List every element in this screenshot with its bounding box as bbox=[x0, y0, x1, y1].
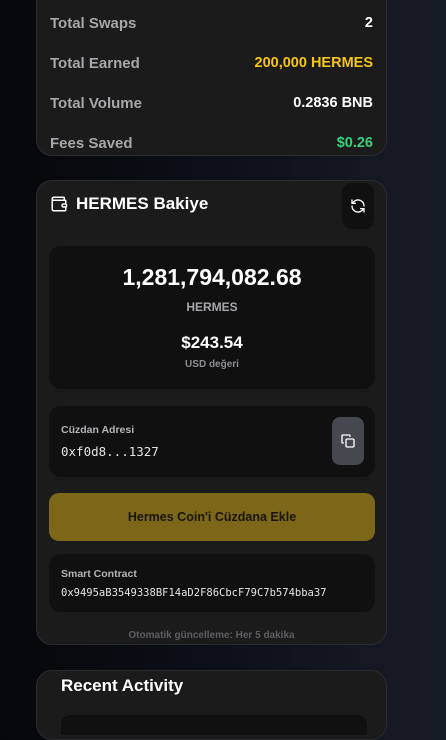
add-to-wallet-button[interactable]: Hermes Coin'i Cüzdana Ekle bbox=[49, 493, 375, 541]
copy-icon bbox=[340, 433, 356, 449]
usd-value-label: USD değeri bbox=[185, 359, 239, 370]
stat-value: 0.2836 BNB bbox=[293, 95, 373, 111]
stats-card: Total Swaps 2 Total Earned 200,000 HERME… bbox=[36, 0, 387, 156]
auto-update-note: Otomatik güncelleme: Her 5 dakika bbox=[128, 630, 295, 641]
smart-contract-address: 0x9495aB3549338BF14aD2F86CbcF79C7b574bba… bbox=[61, 587, 327, 599]
stat-label: Total Volume bbox=[50, 94, 142, 112]
stat-row-total-earned: Total Earned 200,000 HERMES bbox=[50, 51, 373, 75]
stat-label: Total Earned bbox=[50, 54, 140, 72]
stat-label: Total Swaps bbox=[50, 14, 137, 32]
stat-value: 200,000 HERMES bbox=[254, 55, 373, 71]
hermes-balance-card: HERMES Bakiye 1,281,794,082.68 HERMES $2… bbox=[36, 180, 387, 645]
balance-header: HERMES Bakiye bbox=[50, 194, 208, 214]
stat-value: $0.26 bbox=[336, 135, 373, 151]
wallet-address: 0xf0d8...1327 bbox=[61, 444, 159, 459]
smart-contract-label: Smart Contract bbox=[61, 568, 137, 580]
recent-activity-card: Recent Activity bbox=[36, 670, 387, 740]
wallet-address-label: Cüzdan Adresi bbox=[61, 424, 135, 436]
stat-row-total-swaps: Total Swaps 2 bbox=[50, 11, 373, 35]
refresh-icon bbox=[350, 198, 366, 214]
activity-list bbox=[61, 715, 367, 735]
token-symbol: HERMES bbox=[186, 300, 238, 314]
wallet-address-box: Cüzdan Adresi 0xf0d8...1327 bbox=[49, 406, 375, 477]
stat-value: 2 bbox=[364, 15, 373, 31]
usd-value: $243.54 bbox=[181, 333, 243, 352]
balance-summary: 1,281,794,082.68 HERMES $243.54 USD değe… bbox=[49, 246, 375, 389]
refresh-button[interactable] bbox=[342, 183, 374, 229]
copy-address-button[interactable] bbox=[332, 417, 364, 465]
recent-activity-title: Recent Activity bbox=[61, 676, 184, 695]
stat-row-fees-saved: Fees Saved $0.26 bbox=[50, 131, 373, 155]
stat-row-total-volume: Total Volume 0.2836 BNB bbox=[50, 91, 373, 115]
balance-title: HERMES Bakiye bbox=[76, 194, 209, 213]
wallet-icon bbox=[50, 195, 68, 213]
smart-contract-box: Smart Contract 0x9495aB3549338BF14aD2F86… bbox=[49, 554, 375, 612]
balance-amount: 1,281,794,082.68 bbox=[122, 264, 302, 290]
stat-label: Fees Saved bbox=[50, 134, 133, 152]
